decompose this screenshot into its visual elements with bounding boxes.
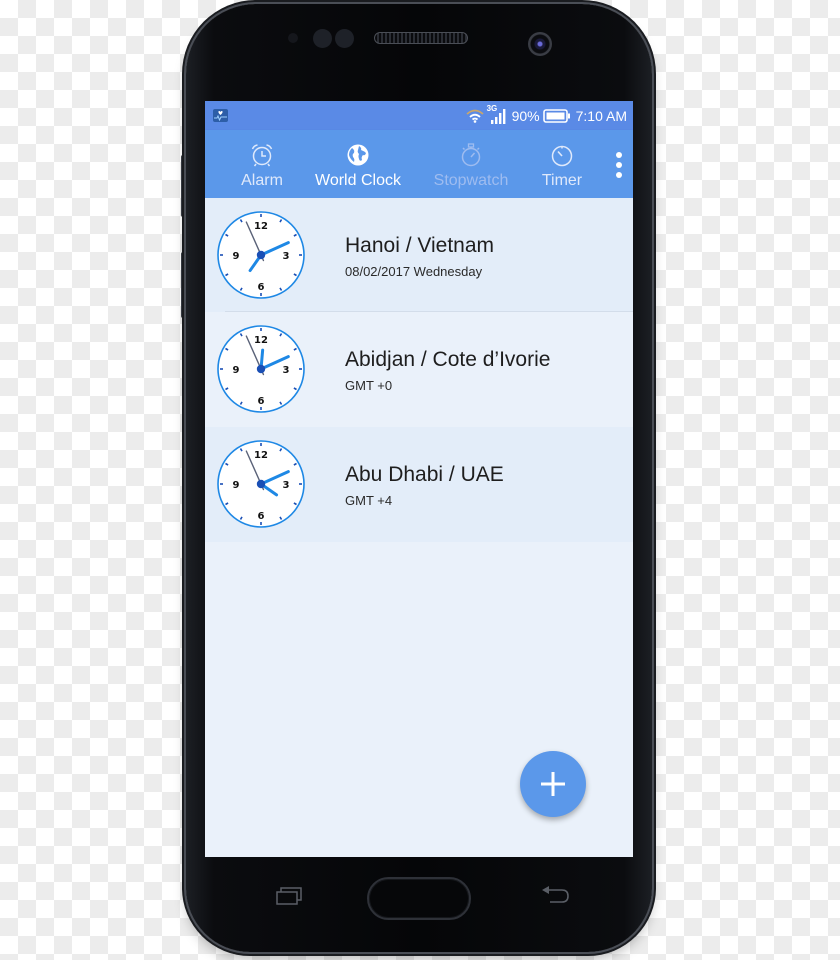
clock-numeral: 3: [283, 251, 290, 262]
tab-bar: Alarm World Clock Stopwatch Timer: [205, 130, 633, 198]
volume-up-button: [181, 155, 185, 217]
city-gmt-offset: GMT +4: [345, 493, 393, 508]
plus-icon: [541, 772, 565, 796]
health-app-icon: [213, 109, 228, 122]
clock-numeral: 6: [258, 396, 265, 407]
phone-screen: 3G 90% 7:10 AM Alarm World Clock Stopwat…: [205, 101, 633, 857]
clock-center-pin: [256, 479, 266, 489]
clock-numeral: 9: [233, 480, 240, 491]
alarm-clock-icon: [251, 144, 273, 167]
home-button: [367, 877, 471, 920]
wifi-icon: [466, 109, 484, 123]
clock-numeral: 9: [233, 251, 240, 262]
stopwatch-icon: [461, 143, 481, 167]
status-bar: 3G 90% 7:10 AM: [205, 101, 633, 130]
world-clock-list: 12 3 6 9 Hanoi / Vietnam 08/02/2017 Wednesd…: [205, 198, 633, 542]
proximity-sensor: [288, 33, 298, 43]
city-date: 08/02/2017 Wednesday: [345, 264, 483, 279]
clock-numeral: 12: [254, 450, 268, 461]
clock-numeral: 12: [254, 221, 268, 232]
iris-sensor: [313, 29, 332, 48]
add-city-button[interactable]: [520, 751, 586, 817]
back-key: [542, 886, 569, 903]
tab-stopwatch-label: Stopwatch: [433, 172, 509, 189]
tab-timer[interactable]: Timer: [530, 130, 594, 198]
timer-icon: [551, 145, 573, 167]
earpiece-speaker: [374, 32, 468, 44]
clock-row-abidjan[interactable]: 12 3 6 9 Abidjan / Cote d’Ivorie GMT +0: [205, 312, 633, 427]
analog-clock-icon: 12 3 6 9: [217, 211, 305, 299]
clock-numeral: 3: [283, 365, 290, 376]
status-time: 7:10 AM: [575, 107, 627, 124]
clock-row-hanoi[interactable]: 12 3 6 9 Hanoi / Vietnam 08/02/2017 Wednesd…: [205, 198, 633, 312]
cellular-signal-icon: 3G: [487, 104, 509, 126]
clock-row-abu-dhabi[interactable]: 12 3 6 9 Abu Dhabi / UAE GMT +4: [205, 427, 633, 542]
clock-numeral: 12: [254, 335, 268, 346]
tab-world-clock-label: World Clock: [315, 172, 401, 189]
front-camera: [528, 32, 552, 56]
recent-apps-key: [276, 887, 302, 905]
globe-icon: [347, 144, 369, 166]
more-vert-icon[interactable]: [615, 152, 623, 178]
city-name: Abidjan / Cote d’Ivorie: [345, 348, 551, 371]
tab-timer-label: Timer: [541, 172, 583, 189]
tab-alarm[interactable]: Alarm: [229, 130, 295, 198]
tab-stopwatch[interactable]: Stopwatch: [427, 130, 515, 198]
volume-down-button: [181, 252, 185, 318]
analog-clock-icon: 12 3 6 9: [217, 440, 305, 528]
clock-center-pin: [256, 364, 266, 374]
clock-numeral: 6: [258, 511, 265, 522]
city-gmt-offset: GMT +0: [345, 378, 393, 393]
analog-clock-icon: 12 3 6 9: [217, 325, 305, 413]
battery-icon: [542, 108, 570, 123]
tab-alarm-label: Alarm: [241, 172, 283, 189]
city-name: Abu Dhabi / UAE: [345, 463, 504, 486]
clock-numeral: 6: [258, 282, 265, 293]
clock-numeral: 3: [283, 480, 290, 491]
tab-world-clock[interactable]: World Clock: [309, 130, 407, 198]
iris-sensor-2: [335, 29, 354, 48]
clock-numeral: 9: [233, 365, 240, 376]
clock-center-pin: [256, 250, 266, 260]
battery-percent: 90%: [511, 107, 540, 124]
city-name: Hanoi / Vietnam: [345, 234, 495, 257]
